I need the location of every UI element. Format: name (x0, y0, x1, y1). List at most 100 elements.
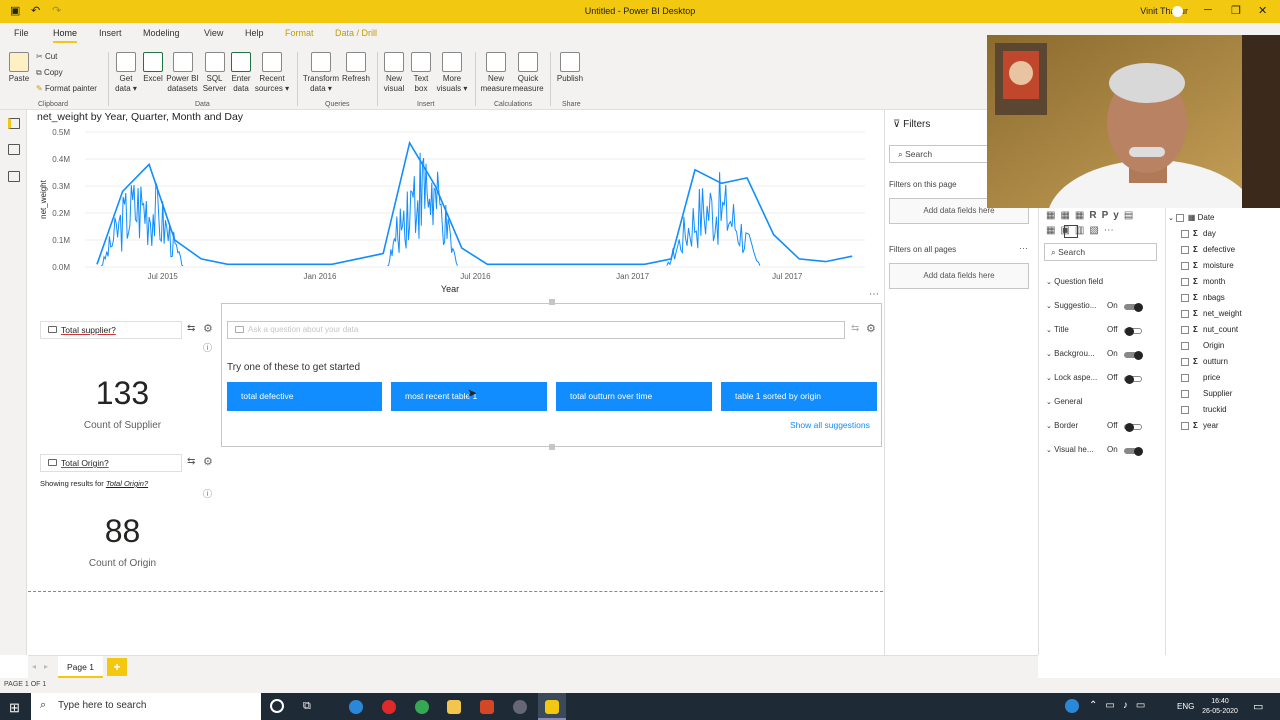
checkbox[interactable] (1181, 325, 1189, 334)
close-icon[interactable]: ✕ (1258, 4, 1267, 17)
checkbox[interactable] (1181, 261, 1189, 270)
format-section-1[interactable]: ⌄ Suggestio... (1046, 301, 1096, 310)
restore-icon[interactable]: ❐ (1231, 4, 1241, 17)
fields-table-date[interactable]: ⌄ ▦ Date (1168, 213, 1215, 222)
add-filter-drop-zone[interactable]: Add data fields here (889, 263, 1029, 289)
format-section-4[interactable]: ⌄ Lock aspe... (1046, 373, 1097, 382)
checkbox[interactable] (1181, 373, 1189, 382)
format-section-0[interactable]: ⌄ Question field (1046, 277, 1103, 286)
gear-icon[interactable]: ⚙ (866, 322, 876, 335)
enter-data-button[interactable]: Enter data (229, 52, 253, 94)
tab-data-drill[interactable]: Data / Drill (335, 28, 377, 38)
card-question-input[interactable]: Total Origin? (40, 454, 182, 472)
format-section-2[interactable]: ⌄ Title (1046, 325, 1069, 334)
page-tab[interactable]: Page 1 (58, 656, 103, 678)
refresh-button[interactable]: Refresh (341, 52, 371, 84)
show-all-suggestions-link[interactable]: Show all suggestions (790, 420, 870, 430)
transform-data-button[interactable]: Transform data ▾ (302, 52, 340, 94)
task-view-icon[interactable]: ⧉ (303, 700, 311, 713)
excel-button[interactable]: Excel (141, 52, 165, 84)
file-explorer-icon[interactable] (447, 700, 461, 714)
toggle-switch[interactable] (1124, 327, 1142, 336)
checkbox[interactable] (1181, 405, 1189, 414)
card-question-input[interactable]: Total supplier? (40, 321, 182, 339)
chrome-icon[interactable] (415, 700, 429, 714)
format-painter-button[interactable]: ✎ Format painter (36, 84, 97, 94)
field-item[interactable]: Σdefective (1181, 245, 1235, 254)
field-item[interactable]: Origin (1181, 341, 1224, 350)
tab-help[interactable]: Help (245, 28, 264, 38)
toggle-switch[interactable] (1124, 447, 1143, 456)
field-item[interactable]: Σnet_weight (1181, 309, 1242, 318)
info-icon[interactable]: ⓘ (203, 487, 212, 500)
powerpoint-icon[interactable] (480, 700, 494, 714)
new-measure-button[interactable]: New measure (479, 52, 513, 94)
checkbox[interactable] (1181, 389, 1189, 398)
field-item[interactable]: truckid (1181, 405, 1227, 414)
tab-home[interactable]: Home (53, 28, 78, 43)
opera-icon[interactable] (382, 700, 396, 714)
field-item[interactable]: Σyear (1181, 421, 1219, 430)
format-section-6[interactable]: ⌄ Border (1046, 421, 1078, 430)
notifications-icon[interactable]: ▭ (1253, 700, 1263, 713)
edge-icon[interactable] (349, 700, 363, 714)
suggestion-button[interactable]: total defective (227, 382, 382, 411)
field-item[interactable]: price (1181, 373, 1220, 382)
sql-server-button[interactable]: SQL Server (201, 52, 228, 94)
language-indicator[interactable]: ENG (1177, 702, 1194, 711)
format-section-7[interactable]: ⌄ Visual he... (1046, 445, 1094, 454)
tray-icons[interactable]: ⌃▭♪▭ (1089, 700, 1153, 711)
more-options-icon[interactable]: ⋯ (869, 289, 879, 300)
checkbox[interactable] (1181, 245, 1189, 254)
power-bi-datasets-button[interactable]: Power BI datasets (166, 52, 199, 94)
format-section-5[interactable]: ⌄ General (1046, 397, 1083, 406)
checkbox[interactable] (1181, 229, 1189, 238)
help-icon[interactable] (1065, 699, 1079, 713)
tab-format[interactable]: Format (285, 28, 314, 38)
visual-type-icons[interactable]: ▦▦▦RPy▤ (1046, 210, 1138, 221)
gear-icon[interactable]: ⚙ (203, 455, 213, 468)
tab-insert[interactable]: Insert (99, 28, 122, 38)
resize-handle[interactable] (549, 444, 555, 450)
checkbox[interactable] (1181, 309, 1189, 318)
field-item[interactable]: Σmonth (1181, 277, 1225, 286)
checkbox[interactable] (1181, 341, 1189, 350)
toggle-switch[interactable] (1124, 303, 1143, 312)
line-chart[interactable]: 0.0M 0.1M 0.2M 0.3M 0.4M 0.5M Jul 2015 Jan 2016… (30, 125, 880, 295)
turn-into-visual-icon[interactable]: ⇆ (187, 456, 195, 467)
scroll-right-icon[interactable]: ▸ (44, 662, 48, 671)
turn-into-visual-icon[interactable]: ⇆ (187, 323, 195, 334)
data-view-icon[interactable] (8, 144, 20, 155)
model-view-icon[interactable] (8, 171, 20, 182)
app-icon[interactable] (513, 700, 527, 714)
field-item[interactable]: Σoutturn (1181, 357, 1228, 366)
showing-results-link[interactable]: Total Origin? (106, 479, 148, 488)
tab-modeling[interactable]: Modeling (143, 28, 180, 38)
toggle-switch[interactable] (1124, 423, 1142, 432)
text-box-button[interactable]: Text box (409, 52, 433, 94)
scroll-left-icon[interactable]: ◂ (32, 662, 36, 671)
gear-icon[interactable]: ⚙ (203, 322, 213, 335)
get-data-button[interactable]: Get data ▾ (112, 52, 140, 94)
quick-measure-button[interactable]: Quick measure (512, 52, 544, 94)
qa-question-input[interactable]: Ask a question about your data (227, 321, 845, 339)
suggestion-button[interactable]: total outturn over time (556, 382, 712, 411)
paste-button[interactable]: Paste (6, 52, 32, 84)
toggle-switch[interactable] (1124, 375, 1142, 384)
user-avatar[interactable] (1172, 6, 1183, 17)
tab-view[interactable]: View (204, 28, 223, 38)
copy-button[interactable]: ⧉ Copy (36, 68, 63, 78)
info-icon[interactable]: ⓘ (203, 341, 212, 354)
checkbox[interactable] (1181, 277, 1189, 286)
field-item[interactable]: Σmoisture (1181, 261, 1234, 270)
minimize-icon[interactable]: ─ (1204, 4, 1212, 16)
field-item[interactable]: Σnut_count (1181, 325, 1238, 334)
more-options-icon[interactable]: ⋯ (1019, 243, 1028, 254)
add-page-button[interactable]: + (107, 658, 127, 676)
windows-start-icon[interactable]: ⊞ (9, 700, 20, 716)
visual-type-icons[interactable]: ▦▣▥▧⋯ (1046, 225, 1119, 236)
publish-button[interactable]: Publish (555, 52, 585, 84)
field-item[interactable]: Supplier (1181, 389, 1232, 398)
format-search-input[interactable]: ⌕ Search (1044, 243, 1157, 261)
field-item[interactable]: Σnbags (1181, 293, 1225, 302)
